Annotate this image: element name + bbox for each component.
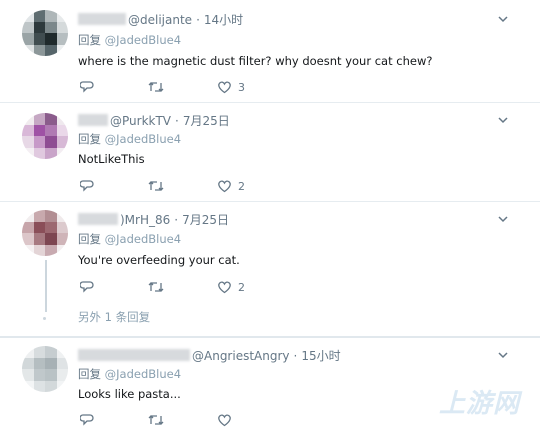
tweet-header: @AngriestAngry · 15小时: [78, 347, 341, 364]
timestamp[interactable]: 15小时: [301, 349, 340, 363]
username[interactable]: @delijante: [128, 13, 192, 27]
separator-dot: ·: [174, 213, 179, 227]
reply-icon: [80, 281, 94, 293]
reply-button[interactable]: [80, 178, 94, 194]
tweet-header: )MrH_86 · 7月25日: [78, 211, 229, 228]
username[interactable]: @AngriestAngry: [192, 349, 290, 363]
like-button[interactable]: 2: [217, 178, 245, 194]
retweet-icon: [148, 415, 164, 425]
like-button[interactable]: 2: [217, 279, 245, 295]
retweet-button[interactable]: [148, 178, 164, 194]
retweet-icon: [148, 282, 164, 292]
heart-icon: [218, 81, 231, 94]
watermark-logo: 上游网: [438, 389, 520, 419]
action-bar: 2: [80, 178, 280, 194]
reply-context: 回复 @JadedBlue4: [78, 131, 181, 147]
timestamp[interactable]: 14小时: [204, 13, 243, 27]
username[interactable]: PurkkTV: [122, 114, 171, 128]
reply-button[interactable]: [80, 279, 94, 295]
reply-context: 回复 @JadedBlue4: [78, 231, 181, 247]
retweet-button[interactable]: [148, 79, 164, 95]
reply-tweet-1[interactable]: @delijante · 14小时 回复 @JadedBlue4 where is …: [0, 0, 540, 102]
chevron-down-icon[interactable]: [498, 16, 508, 24]
tweet-header: @delijante · 14小时: [78, 11, 243, 28]
chevron-down-icon[interactable]: [498, 117, 508, 125]
reply-icon: [80, 180, 94, 192]
blurred-display-name: [78, 13, 126, 25]
chevron-down-icon[interactable]: [498, 352, 508, 360]
timestamp[interactable]: 7月25日: [183, 114, 230, 128]
thread-dot: [43, 317, 46, 320]
reply-handle-link[interactable]: @JadedBlue4: [105, 33, 181, 47]
reply-handle-link[interactable]: @JadedBlue4: [105, 367, 181, 381]
reply-prefix: 回复: [78, 232, 101, 246]
like-count: 2: [238, 179, 245, 193]
reply-context: 回复 @JadedBlue4: [78, 32, 181, 48]
tweet-header: @PurkkTV · 7月25日: [78, 112, 230, 129]
tweet-text: NotLikeThis: [78, 152, 145, 166]
reply-context: 回复 @JadedBlue4: [78, 366, 181, 382]
avatar[interactable]: [22, 346, 68, 392]
action-bar: 2: [80, 279, 280, 295]
avatar[interactable]: [22, 113, 68, 159]
tweet-text: Looks like pasta...: [78, 387, 181, 401]
reply-icon: [80, 81, 94, 93]
separator-dot: ·: [175, 114, 179, 128]
chevron-down-icon[interactable]: [498, 216, 508, 224]
retweet-icon: [148, 181, 164, 191]
reply-button[interactable]: [80, 79, 94, 95]
like-count: 3: [238, 80, 245, 94]
heart-icon: [218, 180, 231, 193]
retweet-button[interactable]: [148, 412, 164, 428]
like-button[interactable]: 3: [217, 79, 245, 95]
timestamp[interactable]: 7月25日: [182, 213, 229, 227]
reply-icon: [80, 414, 94, 426]
reply-prefix: 回复: [78, 33, 101, 47]
reply-handle-link[interactable]: @JadedBlue4: [105, 232, 181, 246]
thread-line: [45, 260, 47, 312]
avatar[interactable]: [22, 10, 68, 56]
reply-handle-link[interactable]: @JadedBlue4: [105, 132, 181, 146]
tweet-text: You're overfeeding your cat.: [78, 253, 240, 267]
reply-tweet-3[interactable]: )MrH_86 · 7月25日 回复 @JadedBlue4 You're over…: [0, 202, 540, 336]
blurred-display-name: [78, 349, 190, 361]
separator-dot: ·: [293, 349, 298, 363]
action-bar: [80, 412, 280, 428]
username[interactable]: )MrH_86: [120, 213, 170, 227]
heart-icon: [218, 414, 231, 427]
reply-tweet-2[interactable]: @PurkkTV · 7月25日 回复 @JadedBlue4 NotLikeThi…: [0, 103, 540, 201]
avatar[interactable]: [22, 210, 68, 256]
more-replies-link[interactable]: 另外 1 条回复: [78, 309, 150, 325]
like-count: 2: [238, 280, 245, 294]
blurred-display-name: [78, 213, 118, 225]
retweet-icon: [148, 82, 164, 92]
at-symbol-icon: @: [110, 114, 122, 128]
tweet-text: where is the magnetic dust filter? why d…: [78, 54, 433, 68]
blurred-display-name: [78, 114, 108, 126]
reply-prefix: 回复: [78, 367, 101, 381]
separator-dot: ·: [196, 13, 200, 27]
action-bar: 3: [80, 79, 280, 95]
heart-icon: [218, 281, 231, 294]
reply-prefix: 回复: [78, 132, 101, 146]
reply-button[interactable]: [80, 412, 94, 428]
like-button[interactable]: [217, 412, 238, 428]
retweet-button[interactable]: [148, 279, 164, 295]
